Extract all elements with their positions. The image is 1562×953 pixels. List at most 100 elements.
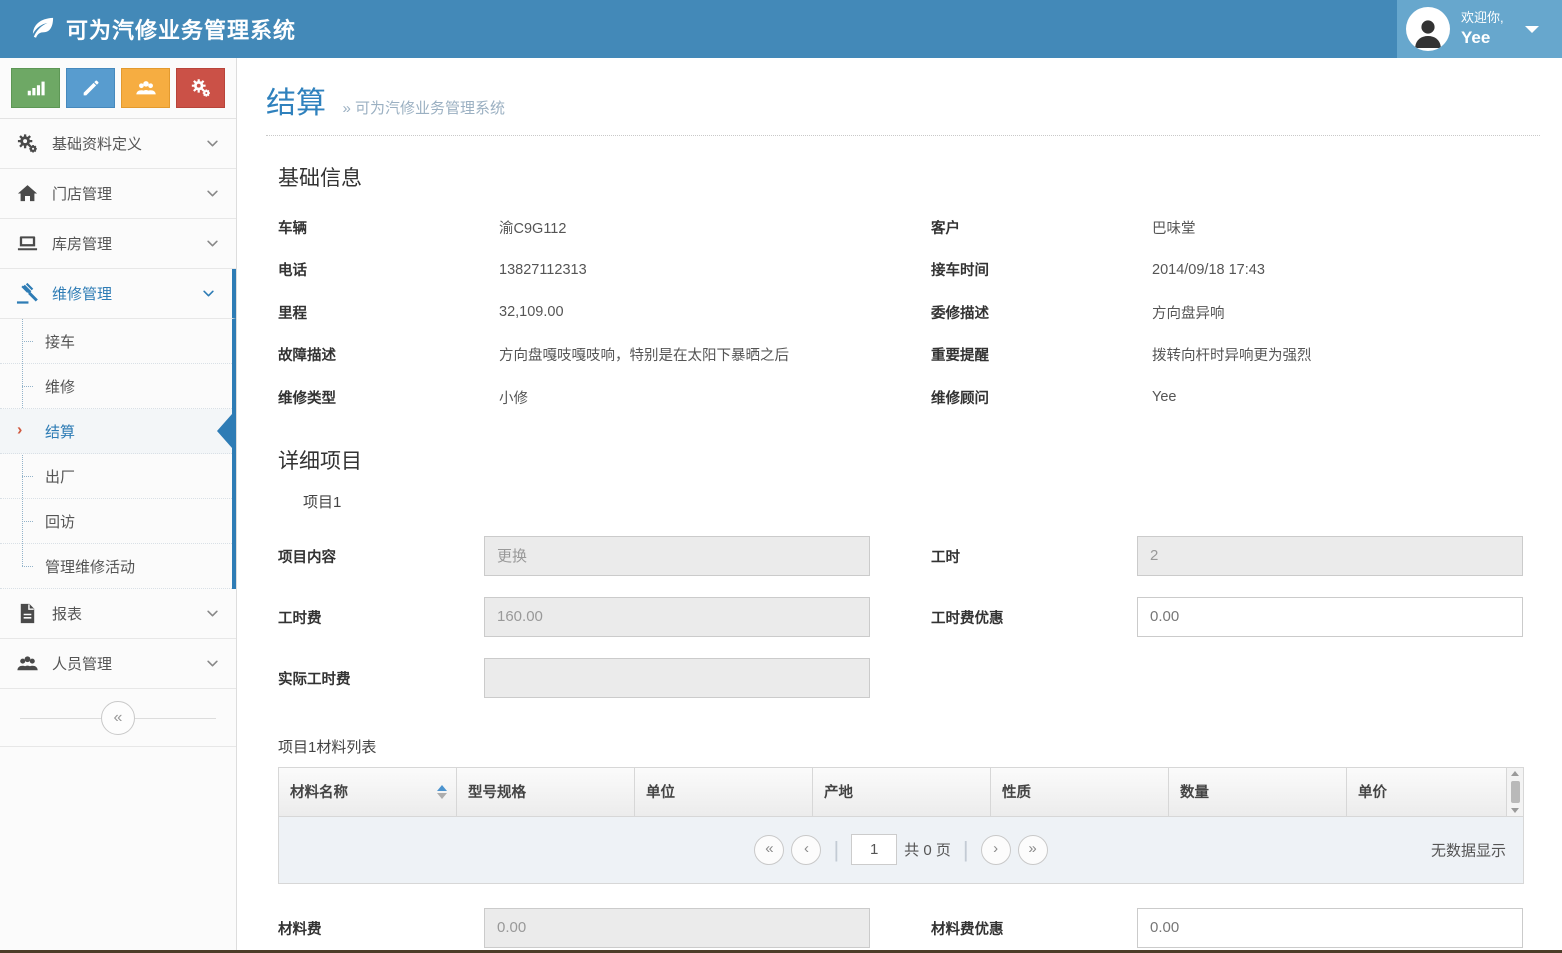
field-label: 故障描述 xyxy=(278,344,499,365)
field-label: 实际工时费 xyxy=(278,658,484,698)
sidebar-item-label: 报表 xyxy=(52,603,82,624)
pencil-icon xyxy=(80,77,102,99)
sidebar-item-reports[interactable]: 报表 xyxy=(0,589,236,639)
sidebar-item-repair[interactable]: 维修管理 xyxy=(0,269,236,319)
field-value: 方向盘嘎吱嘎吱响，特别是在太阳下暴晒之后 xyxy=(499,344,931,365)
next-page-button[interactable]: › xyxy=(981,835,1011,865)
basic-info-grid: 车辆 渝C9G112 客户 巴味堂 电话 13827112313 接车时间 20… xyxy=(278,206,1522,419)
chevron-down-icon xyxy=(1525,26,1539,33)
bar-chart-icon xyxy=(25,77,47,99)
field-label: 材料费 xyxy=(278,908,484,948)
field-value: 小修 xyxy=(499,387,931,408)
field-label: 电话 xyxy=(278,259,499,280)
page-title: 结算 xyxy=(266,87,326,120)
field-value: 巴味堂 xyxy=(1152,217,1522,238)
user-menu[interactable]: 欢迎你, Yee xyxy=(1397,0,1562,58)
quick-tiles xyxy=(0,58,236,119)
chevron-down-icon xyxy=(205,136,220,151)
column-header-model-spec[interactable]: 型号规格 xyxy=(457,768,635,816)
sidebar-item-label: 人员管理 xyxy=(52,653,112,674)
users-icon xyxy=(16,652,39,675)
sidebar-item-repair-work[interactable]: 维修 xyxy=(0,364,232,409)
welcome-text: 欢迎你, xyxy=(1461,10,1504,26)
app-logo: 可为汽修业务管理系统 xyxy=(28,13,296,45)
column-header-unit[interactable]: 单位 xyxy=(635,768,813,816)
actual-labor-fee-input[interactable] xyxy=(484,658,870,698)
item-content-input[interactable] xyxy=(484,536,870,576)
total-pages-label: 共 0 页 xyxy=(904,839,951,860)
sidebar-item-personnel[interactable]: 人员管理 xyxy=(0,639,236,689)
sidebar-item-store[interactable]: 门店管理 xyxy=(0,169,236,219)
scroll-down-icon[interactable] xyxy=(1511,808,1519,813)
main-content: 结算 » 可为汽修业务管理系统 基础信息 车辆 渝C9G112 客户 巴味堂 电… xyxy=(238,58,1562,953)
field-label: 车辆 xyxy=(278,217,499,238)
active-arrow-icon: › xyxy=(17,421,22,439)
sidebar-collapse-row: « xyxy=(0,689,236,747)
field-label: 维修顾问 xyxy=(931,387,1152,408)
work-hours-input[interactable] xyxy=(1137,536,1523,576)
chevron-down-icon xyxy=(201,286,216,301)
sidebar: 基础资料定义 门店管理 库房管理 维修管理 xyxy=(0,58,237,953)
field-value: Yee xyxy=(1152,389,1522,405)
scrollbar-thumb[interactable] xyxy=(1511,781,1520,803)
breadcrumb: 结算 » 可为汽修业务管理系统 xyxy=(266,78,1540,136)
form-row: 实际工时费 xyxy=(278,658,1522,698)
settings-tile-button[interactable] xyxy=(176,68,225,108)
breadcrumb-separator: » xyxy=(342,100,350,117)
sidebar-item-label: 管理维修活动 xyxy=(45,556,135,577)
top-header: 可为汽修业务管理系统 欢迎你, Yee xyxy=(0,0,1562,58)
sidebar-item-base-data[interactable]: 基础资料定义 xyxy=(0,119,236,169)
chevron-down-icon xyxy=(205,606,220,621)
repair-submenu: 接车 维修 › 结算 出厂 回访 管理维修活动 xyxy=(0,319,236,589)
labor-fee-input[interactable] xyxy=(484,597,870,637)
team-tile-button[interactable] xyxy=(121,68,170,108)
sidebar-item-label: 库房管理 xyxy=(52,233,112,254)
field-value: 拨转向杆时异响更为强烈 xyxy=(1152,344,1522,365)
sidebar-item-receive-car[interactable]: 接车 xyxy=(0,319,232,364)
edit-tile-button[interactable] xyxy=(66,68,115,108)
first-page-button[interactable]: « xyxy=(754,835,784,865)
column-header-unit-price[interactable]: 单价 xyxy=(1347,768,1506,816)
materials-pagination: « ‹ | 共 0 页 | › » 无数据显示 xyxy=(278,817,1524,884)
app-title: 可为汽修业务管理系统 xyxy=(66,13,296,45)
column-header-quantity[interactable]: 数量 xyxy=(1169,768,1347,816)
previous-page-button[interactable]: ‹ xyxy=(791,835,821,865)
sidebar-item-label: 接车 xyxy=(45,331,75,352)
gears-icon xyxy=(190,77,212,99)
last-page-button[interactable]: » xyxy=(1018,835,1048,865)
sort-icon[interactable] xyxy=(437,785,447,799)
material-fee-discount-input[interactable] xyxy=(1137,908,1523,948)
sidebar-item-leave-factory[interactable]: 出厂 xyxy=(0,454,232,499)
material-fee-input[interactable] xyxy=(484,908,870,948)
sidebar-item-label: 结算 xyxy=(45,421,75,442)
column-header-origin[interactable]: 产地 xyxy=(813,768,991,816)
stats-tile-button[interactable] xyxy=(11,68,60,108)
avatar xyxy=(1406,7,1450,51)
scroll-up-icon[interactable] xyxy=(1511,771,1519,776)
sidebar-item-settlement[interactable]: › 结算 xyxy=(0,409,232,454)
field-label: 工时费 xyxy=(278,597,484,637)
item-subtitle: 项目1 xyxy=(303,491,1522,512)
chevron-down-icon xyxy=(205,186,220,201)
field-label: 里程 xyxy=(278,302,499,323)
sidebar-item-follow-up[interactable]: 回访 xyxy=(0,499,232,544)
collapse-sidebar-button[interactable]: « xyxy=(101,701,135,735)
field-value: 13827112313 xyxy=(499,262,931,278)
section-title-basic-info: 基础信息 xyxy=(278,162,1522,192)
vertical-scrollbar[interactable] xyxy=(1506,768,1523,816)
laptop-icon xyxy=(16,232,39,255)
report-icon xyxy=(16,602,39,625)
sidebar-item-label: 出厂 xyxy=(45,466,75,487)
page-number-input[interactable] xyxy=(851,834,897,865)
gears-icon xyxy=(16,132,39,155)
labor-fee-discount-input[interactable] xyxy=(1137,597,1523,637)
username: Yee xyxy=(1461,27,1504,48)
sidebar-item-manage-activities[interactable]: 管理维修活动 xyxy=(0,544,232,589)
column-header-material-name[interactable]: 材料名称 xyxy=(279,768,457,816)
chevron-down-icon xyxy=(205,236,220,251)
sidebar-item-warehouse[interactable]: 库房管理 xyxy=(0,219,236,269)
column-header-nature[interactable]: 性质 xyxy=(991,768,1169,816)
field-label: 材料费优惠 xyxy=(870,908,1137,948)
sidebar-item-label: 回访 xyxy=(45,511,75,532)
materials-list-title: 项目1材料列表 xyxy=(278,736,1522,757)
